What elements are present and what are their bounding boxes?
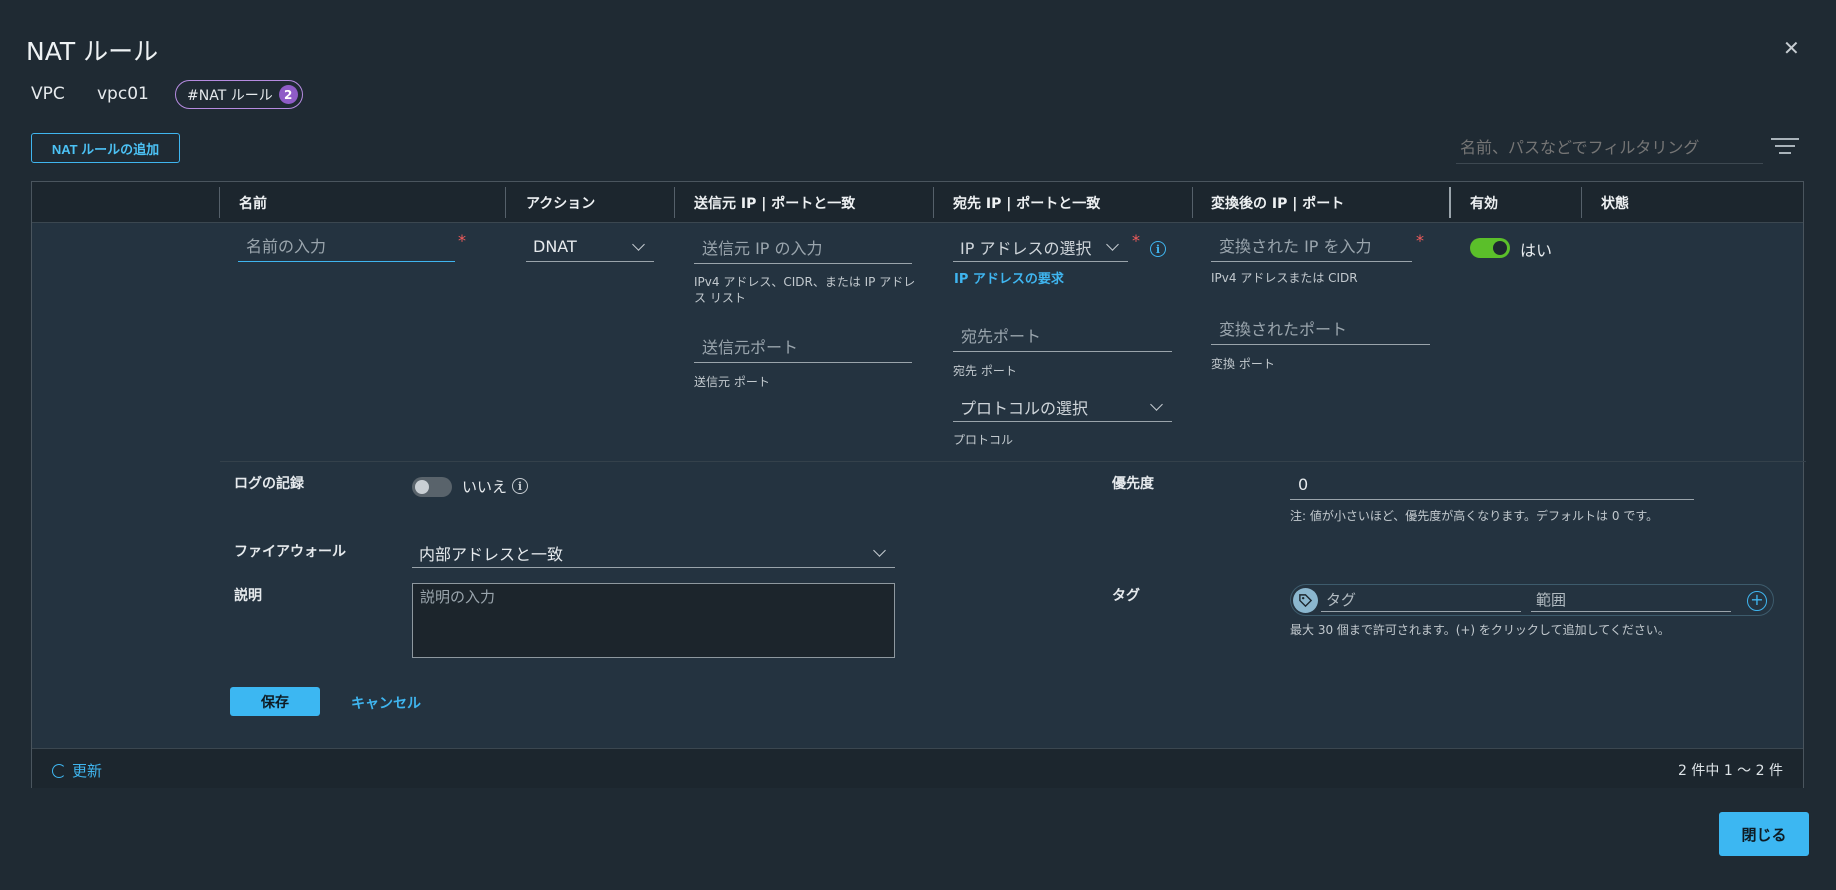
close-button[interactable]: 閉じる bbox=[1719, 812, 1809, 856]
tag-note: 最大 30 個まで許可されます。(+) をクリックして追加してください。 bbox=[1290, 623, 1670, 637]
required-mark: * bbox=[1132, 231, 1140, 250]
source-ip-input[interactable] bbox=[694, 234, 912, 264]
info-icon[interactable]: i bbox=[1150, 241, 1166, 257]
enabled-toggle[interactable] bbox=[1470, 238, 1510, 258]
source-port-input[interactable] bbox=[694, 333, 912, 363]
add-tag-plus-icon[interactable]: + bbox=[1747, 591, 1767, 611]
grid-footer: 更新 2 件中 1 ～ 2 件 bbox=[32, 748, 1803, 788]
nat-rules-grid: 名前 アクション 送信元 IP | ポートと一致 宛先 IP | ポートと一致 … bbox=[31, 181, 1806, 788]
column-header-name: 名前 bbox=[239, 196, 267, 212]
logging-toggle-label: いいえ bbox=[462, 478, 508, 496]
firewall-label: ファイアウォール bbox=[234, 544, 346, 560]
grid-header: 名前 アクション 送信元 IP | ポートと一致 宛先 IP | ポートと一致 … bbox=[32, 182, 1803, 223]
column-header-action: アクション bbox=[526, 196, 596, 212]
scope-input[interactable] bbox=[1531, 588, 1731, 612]
close-icon[interactable]: ✕ bbox=[1783, 36, 1800, 60]
translated-ip-input[interactable] bbox=[1211, 232, 1412, 262]
filter-input[interactable] bbox=[1456, 134, 1763, 164]
filter-icon[interactable] bbox=[1771, 138, 1799, 158]
priority-input[interactable] bbox=[1290, 470, 1694, 500]
column-header-destination: 宛先 IP | ポートと一致 bbox=[953, 196, 1101, 212]
destination-ip-select-value: IP アドレスの選択 bbox=[960, 238, 1092, 258]
protocol-select[interactable]: プロトコルの選択 bbox=[953, 392, 1172, 422]
refresh-label: 更新 bbox=[72, 762, 103, 780]
protocol-select-value: プロトコルの選択 bbox=[960, 398, 1089, 418]
add-nat-rule-button[interactable]: NAT ルールの追加 bbox=[31, 133, 180, 163]
source-ip-help: IPv4 アドレス、CIDR、または IP アドレス リスト bbox=[694, 275, 916, 305]
chip-count-badge: 2 bbox=[278, 85, 298, 104]
chevron-down-icon bbox=[1150, 397, 1163, 411]
pagination-count: 2 件中 1 ～ 2 件 bbox=[1678, 763, 1783, 779]
firewall-select-value: 内部アドレスと一致 bbox=[419, 544, 564, 564]
nat-rules-chip: #NAT ルール 2 bbox=[175, 80, 303, 109]
description-label: 説明 bbox=[234, 588, 262, 604]
breadcrumb-vpc-name[interactable]: vpc01 bbox=[97, 84, 149, 104]
section-divider bbox=[220, 461, 1806, 462]
tag-icon bbox=[1293, 588, 1318, 613]
column-header-status: 状態 bbox=[1601, 196, 1629, 212]
destination-port-help: 宛先 ポート bbox=[953, 364, 1017, 378]
name-input[interactable] bbox=[238, 232, 455, 262]
tag-input-group: + bbox=[1290, 584, 1774, 616]
refresh-icon bbox=[52, 763, 66, 778]
column-header-enabled: 有効 bbox=[1470, 196, 1498, 212]
info-icon[interactable]: i bbox=[512, 478, 528, 494]
action-select-value: DNAT bbox=[533, 237, 577, 256]
translated-port-input[interactable] bbox=[1211, 315, 1430, 345]
required-mark: * bbox=[458, 231, 466, 250]
column-header-source: 送信元 IP | ポートと一致 bbox=[694, 196, 856, 212]
chevron-down-icon bbox=[873, 543, 886, 557]
cancel-button[interactable]: キャンセル bbox=[351, 693, 421, 713]
dialog-title: NAT ルール bbox=[26, 37, 159, 66]
firewall-select[interactable]: 内部アドレスと一致 bbox=[412, 538, 895, 568]
ip-required-message: IP アドレスの要求 bbox=[954, 272, 1064, 287]
translated-ip-help: IPv4 アドレスまたは CIDR bbox=[1211, 271, 1358, 285]
breadcrumb-vpc-label: VPC bbox=[31, 84, 65, 104]
description-textarea[interactable] bbox=[412, 583, 895, 658]
chip-label: #NAT ルール bbox=[187, 87, 273, 104]
destination-ip-select[interactable]: IP アドレスの選択 bbox=[953, 232, 1128, 262]
chevron-down-icon bbox=[632, 237, 645, 251]
save-button[interactable]: 保存 bbox=[230, 687, 320, 716]
source-port-help: 送信元 ポート bbox=[694, 375, 770, 389]
logging-label: ログの記録 bbox=[234, 476, 304, 492]
column-header-translated: 変換後の IP | ポート bbox=[1211, 196, 1345, 212]
required-mark: * bbox=[1416, 231, 1424, 250]
priority-note: 注: 値が小さいほど、優先度が高くなります。デフォルトは 0 です。 bbox=[1290, 509, 1659, 523]
refresh-button[interactable]: 更新 bbox=[52, 760, 102, 781]
chevron-down-icon bbox=[1106, 237, 1119, 251]
destination-port-input[interactable] bbox=[953, 322, 1172, 352]
action-select[interactable]: DNAT bbox=[526, 232, 654, 262]
priority-label: 優先度 bbox=[1112, 476, 1154, 492]
protocol-help: プロトコル bbox=[953, 433, 1014, 447]
translated-port-help: 変換 ポート bbox=[1211, 357, 1275, 371]
enabled-toggle-label: はい bbox=[1520, 241, 1553, 260]
logging-toggle[interactable] bbox=[412, 477, 452, 497]
tag-input[interactable] bbox=[1321, 588, 1521, 612]
tag-label: タグ bbox=[1112, 588, 1140, 604]
